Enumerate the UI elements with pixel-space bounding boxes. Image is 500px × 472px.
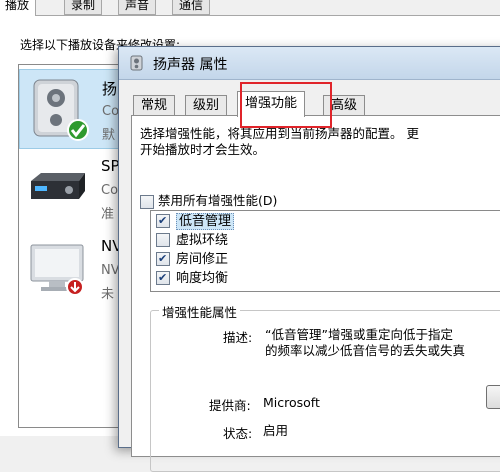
disconnected-arrow-icon: [66, 278, 84, 296]
list-item-room-correction[interactable]: 房间修正: [156, 250, 229, 269]
checkbox[interactable]: [156, 269, 170, 287]
speaker-properties-dialog: 扬声器 属性 常规 级别 增强功能 高级 选择增强性能，将其应用到当前扬声器的配…: [118, 46, 500, 472]
enhancements-panel: 选择增强性能，将其应用到当前扬声器的配置。 更 开始播放时才会生效。 禁用所有增…: [131, 115, 500, 472]
list-item-bass-management[interactable]: 低音管理: [156, 212, 235, 231]
description-line: 开始播放时才会生效。: [140, 142, 266, 157]
tab-general[interactable]: 常规: [133, 95, 176, 116]
title-bar[interactable]: 扬声器 属性: [119, 47, 500, 80]
checkbox[interactable]: [156, 250, 170, 268]
description-label: 描述:: [223, 330, 253, 345]
tab-enhancements[interactable]: 增强功能: [237, 91, 306, 117]
enhancement-properties-group: 增强性能属性 描述: “低音管理”增强或重定向低于指定 的频率以减少低音信号的丢…: [150, 302, 500, 472]
list-item-virtual-surround[interactable]: 虚拟环绕: [156, 232, 228, 250]
settings-button[interactable]: [486, 385, 500, 409]
enhancements-description: 选择增强性能，将其应用到当前扬声器的配置。 更 开始播放时才会生效。: [140, 126, 500, 158]
effect-label: 虚拟环绕: [176, 233, 229, 248]
group-title: 增强性能属性: [159, 302, 241, 321]
disable-all-enhancements[interactable]: 禁用所有增强性能(D): [140, 190, 277, 209]
status-value: 启用: [263, 423, 289, 438]
speaker-icon: [33, 79, 89, 141]
tab-levels[interactable]: 级别: [185, 95, 228, 116]
default-check-icon: [67, 119, 89, 141]
list-item-loudness-equalization[interactable]: 响度均衡: [156, 269, 229, 288]
device-description: NV: [101, 263, 120, 278]
device-status: 默: [102, 128, 116, 143]
device-name: 扬: [102, 80, 118, 98]
provider-label: 提供商:: [209, 398, 251, 413]
sound-dialog-tabs: 播放 录制 声音 通信: [0, 0, 360, 16]
tab-recording[interactable]: 录制: [64, 0, 103, 15]
description-value-line: 的频率以减少低音信号的丢失或失真: [265, 343, 466, 358]
tab-advanced[interactable]: 高级: [323, 95, 366, 116]
effect-label: 响度均衡: [176, 271, 229, 286]
effect-label: 房间修正: [176, 252, 229, 267]
device-status: 未: [101, 287, 115, 302]
speaker-small-icon: [130, 55, 143, 71]
spdif-receiver-icon: [31, 173, 85, 199]
tab-communications[interactable]: 通信: [172, 0, 211, 15]
enhancement-list[interactable]: 低音管理 虚拟环绕 房间修正 响度均衡: [150, 210, 500, 292]
device-name: SP: [101, 157, 120, 175]
tab-playback[interactable]: 播放: [0, 0, 37, 16]
dialog-title: 扬声器 属性: [153, 57, 228, 73]
tab-sounds[interactable]: 声音: [118, 0, 157, 15]
checkbox[interactable]: [156, 212, 170, 230]
checkbox[interactable]: [156, 232, 170, 247]
provider-value: Microsoft: [263, 395, 320, 410]
dialog-tabs: 常规 级别 增强功能 高级: [133, 91, 500, 117]
device-status: 准: [101, 207, 115, 222]
description-value-line: “低音管理”增强或重定向低于指定: [265, 327, 453, 342]
effect-label: 低音管理: [176, 213, 235, 230]
monitor-icon: [30, 244, 84, 296]
device-description: Co: [102, 104, 120, 119]
description-line: 选择增强性能，将其应用到当前扬声器的配置。 更: [140, 126, 419, 141]
disable-all-label: 禁用所有增强性能(D): [158, 193, 278, 208]
disable-all-checkbox[interactable]: [140, 194, 154, 209]
device-description: Co: [101, 183, 119, 198]
